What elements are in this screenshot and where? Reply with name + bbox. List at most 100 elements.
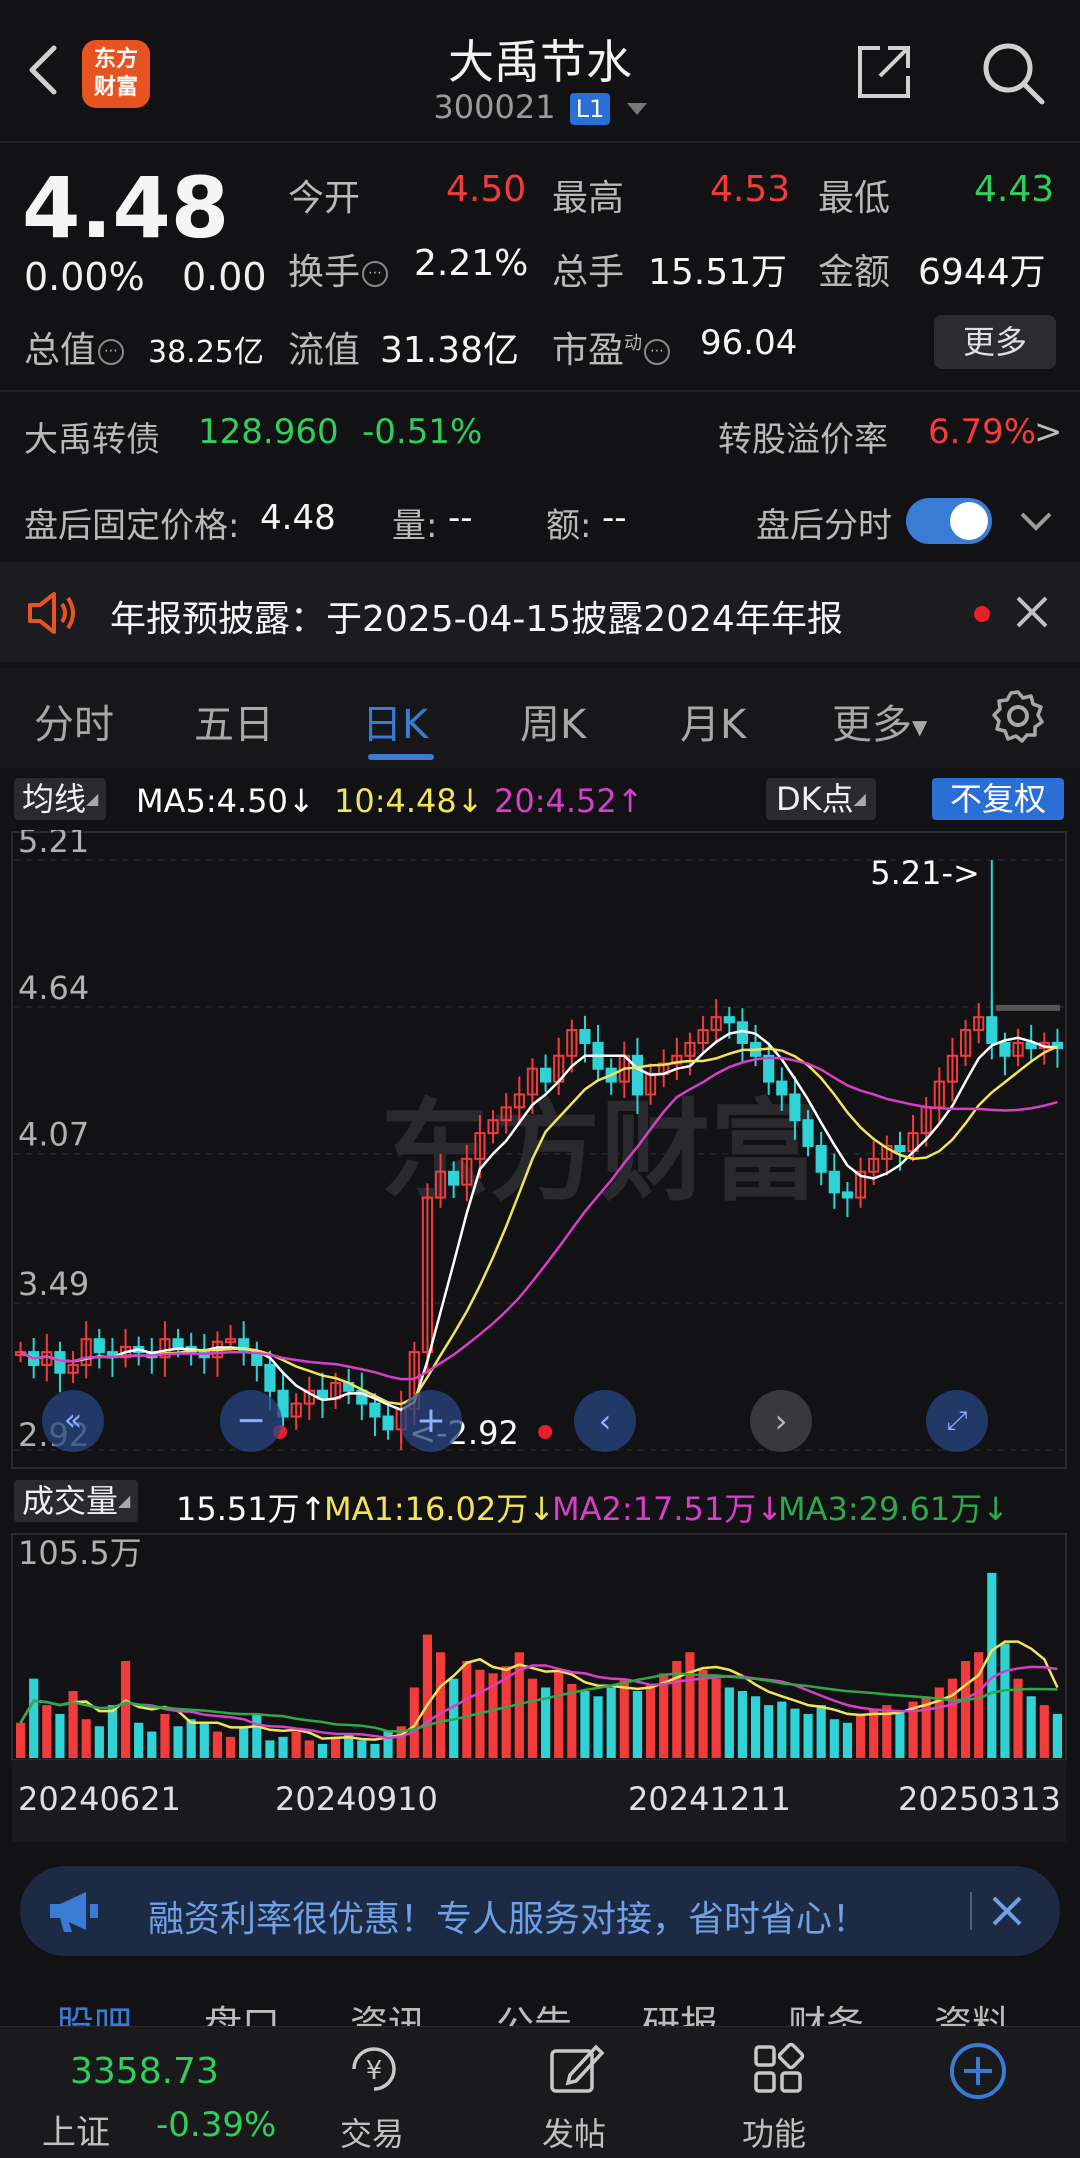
- y-axis-label: 5.21: [18, 830, 89, 860]
- tab-wuri[interactable]: 五日: [194, 692, 274, 750]
- candle-body: [539, 1067, 552, 1083]
- ma-legend-row: 均线◢ MA5:4.50↓ 10:4.48↓ 20:4.52↑ DK点◢ 不复权: [0, 770, 1080, 830]
- volume-bar: [199, 1722, 209, 1758]
- candle-body: [93, 1338, 105, 1354]
- low-label: 最低: [818, 178, 891, 219]
- share-icon[interactable]: [852, 40, 916, 104]
- volume-bar: [724, 1687, 734, 1758]
- fullscreen-button[interactable]: ⤢: [926, 1390, 988, 1452]
- ma-selector[interactable]: 均线◢: [14, 778, 107, 820]
- volume-bar: [55, 1713, 65, 1758]
- volume-selector[interactable]: 成交量◢: [14, 1480, 139, 1522]
- add-icon[interactable]: [948, 2041, 1008, 2101]
- pe-label: 市盈动 ⋯: [552, 321, 671, 373]
- candle-body: [789, 1093, 801, 1122]
- dk-point: [538, 1425, 553, 1439]
- candle-body: [172, 1338, 184, 1348]
- volume-bar: [435, 1652, 446, 1758]
- after-hours-toggle[interactable]: [906, 498, 992, 544]
- prev-close-bar: [995, 1004, 1060, 1011]
- convertible-bond-row[interactable]: 大禹转债 128.960 -0.51% 转股溢价率 6.79% >: [0, 392, 1080, 472]
- tab-fenshi[interactable]: 分时: [34, 692, 114, 750]
- prev-button[interactable]: ‹: [574, 1390, 636, 1452]
- function-label[interactable]: 功能: [742, 2109, 806, 2155]
- volume-bar: [645, 1683, 656, 1758]
- level-badge: L1: [569, 93, 611, 125]
- period-tabs: 分时 五日 日K 周K 月K 更多▼: [0, 668, 1080, 768]
- tab-rik[interactable]: 日K: [362, 692, 428, 750]
- x-axis-date: 20240910: [275, 1780, 438, 1818]
- notice-bar[interactable]: 年报预披露：于2025-04-15披露2024年年报: [0, 562, 1080, 662]
- vol-svg: 105.5万 20240621 20240910 20241211 20250313: [11, 1533, 1067, 1842]
- volume-bar: [1000, 1643, 1010, 1758]
- content-tab-gonggao[interactable]: 公告: [496, 1994, 572, 2030]
- tab-more[interactable]: 更多▼: [832, 692, 927, 750]
- content-tab-yanbao[interactable]: 研报: [642, 1994, 718, 2030]
- volume-bar: [147, 1731, 157, 1758]
- megaphone-icon: [46, 1888, 106, 1934]
- volume-bar: [960, 1661, 971, 1758]
- speaker-icon: [26, 590, 80, 636]
- more-button[interactable]: 更多: [934, 315, 1056, 369]
- volume-bar: [317, 1743, 328, 1758]
- max-marker: 5.21->: [870, 854, 980, 892]
- after-hours-price: 4.48: [260, 498, 336, 538]
- y-axis-label: 3.49: [18, 1265, 89, 1303]
- content-tab-zixun[interactable]: 资讯: [350, 1994, 426, 2030]
- trade-icon[interactable]: ¥: [346, 2041, 402, 2097]
- next-button[interactable]: ›: [750, 1390, 812, 1452]
- info-icon[interactable]: ⋯: [644, 339, 671, 365]
- tab-zhouk[interactable]: 周K: [520, 692, 586, 750]
- search-icon[interactable]: [978, 38, 1048, 108]
- app-header: 东方 财富 大禹节水 300021 L1: [0, 0, 1080, 140]
- info-icon[interactable]: ⋯: [362, 261, 389, 287]
- promo-banner[interactable]: 融资利率很优惠！专人服务对接，省时省心！: [20, 1866, 1060, 1956]
- premium-label: 转股溢价率: [718, 420, 888, 460]
- adjust-button[interactable]: 不复权: [932, 778, 1064, 820]
- info-icon[interactable]: ⋯: [98, 339, 125, 365]
- content-tab-caiwu[interactable]: 财务: [788, 1994, 864, 2030]
- dk-button[interactable]: DK点◢: [766, 778, 876, 820]
- volume-value: 15.51万↑: [176, 1490, 327, 1528]
- x-axis-date: 20240621: [18, 1780, 181, 1818]
- volume-bar: [357, 1740, 367, 1758]
- kline-svg: 东方财富 5.214.644.073.492.925.21-><-2.92: [11, 822, 1067, 1469]
- close-icon[interactable]: [1014, 594, 1050, 630]
- volume-bar: [370, 1743, 380, 1758]
- stock-code-row[interactable]: 300021 L1: [0, 88, 1080, 126]
- candle-body: [894, 1144, 906, 1153]
- mktcap-value: 38.25亿: [148, 335, 264, 370]
- content-tabs: 股吧 盘口 资讯 公告 研报 财务 资料: [0, 1990, 1080, 2030]
- candle-body: [631, 1054, 644, 1096]
- zoom-in-button[interactable]: +: [400, 1390, 462, 1452]
- after-hours-vol: --: [448, 498, 473, 538]
- content-tab-ziliao[interactable]: 资料: [934, 1994, 1010, 2030]
- chevron-down-icon[interactable]: [1018, 506, 1054, 536]
- bottom-bar: 3358.73 上证 -0.39% ¥ 交易 发帖 功能: [0, 2026, 1080, 2158]
- trade-label[interactable]: 交易: [340, 2109, 404, 2155]
- change-value: 0.00: [182, 255, 267, 299]
- tab-yuek[interactable]: 月K: [680, 692, 746, 750]
- content-tab-pankou[interactable]: 盘口: [204, 1994, 280, 2030]
- kline-chart[interactable]: 东方财富 5.214.644.073.492.925.21-><-2.92 « …: [0, 822, 1080, 1470]
- close-icon[interactable]: [990, 1894, 1024, 1928]
- candle-body: [802, 1119, 814, 1147]
- rewind-button[interactable]: «: [42, 1390, 104, 1452]
- post-icon[interactable]: [548, 2041, 606, 2097]
- bond-change: -0.51%: [362, 412, 483, 452]
- volume-bar: [1052, 1713, 1063, 1758]
- post-label[interactable]: 发帖: [542, 2109, 606, 2155]
- candle-body: [815, 1144, 827, 1173]
- index-value[interactable]: 3358.73: [70, 2051, 219, 2092]
- volume-bar: [330, 1736, 341, 1758]
- gear-icon[interactable]: [990, 688, 1046, 744]
- volume-bar: [816, 1705, 826, 1758]
- volume-chart[interactable]: 105.5万 20240621 20240910 20241211 20250313: [0, 1532, 1080, 1844]
- y-axis-label: 4.64: [18, 969, 89, 1007]
- function-icon[interactable]: [750, 2041, 806, 2097]
- content-tab-guba[interactable]: 股吧: [56, 1994, 132, 2030]
- volume-label: 总手: [552, 252, 625, 293]
- volume-bar: [842, 1722, 853, 1758]
- zoom-out-button[interactable]: −: [220, 1390, 282, 1452]
- candle-body: [54, 1351, 66, 1374]
